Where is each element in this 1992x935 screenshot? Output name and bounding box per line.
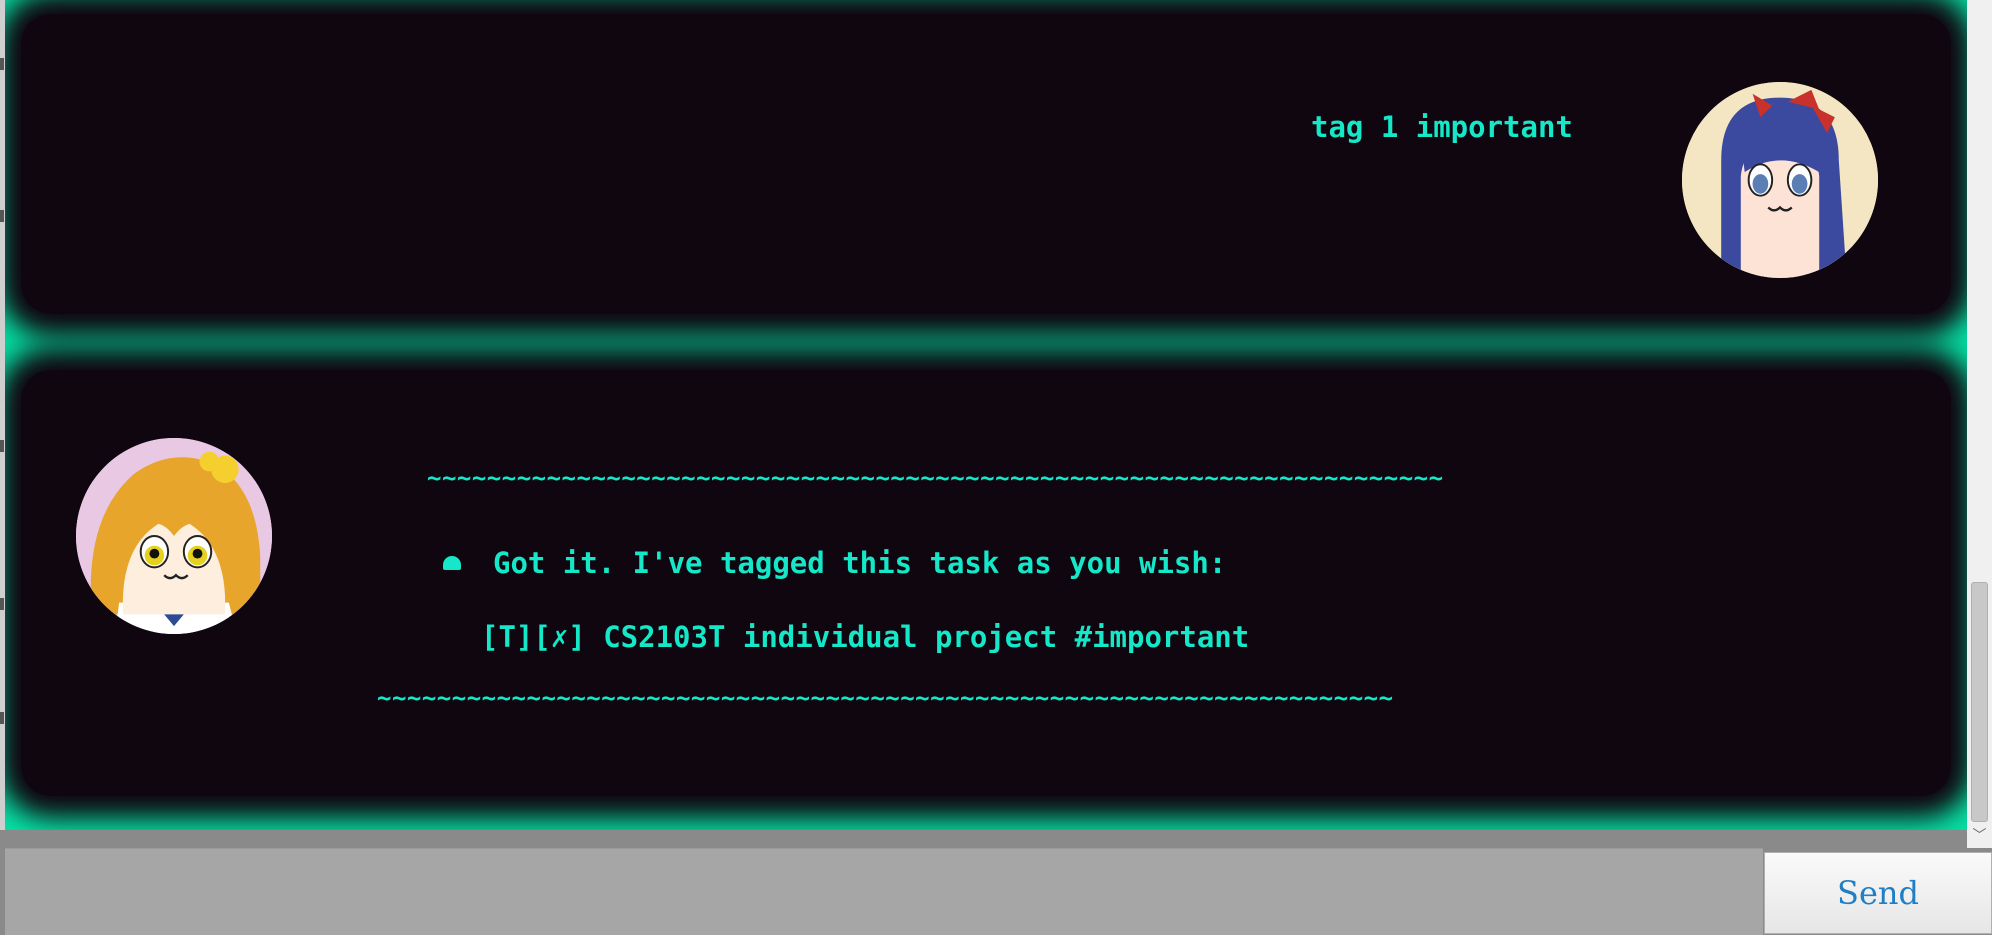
edge-mark xyxy=(0,58,4,70)
vertical-scrollbar[interactable]: ﹀ xyxy=(1967,0,1992,848)
bullet-icon xyxy=(443,556,461,570)
user-message-text: tag 1 important xyxy=(1311,110,1573,144)
chevron-down-icon[interactable]: ﹀ xyxy=(1971,826,1988,844)
user-input-field[interactable] xyxy=(5,848,1763,935)
separator-bottom: ~~~~~~~~~~~~~~~~~~~~~~~~~~~~~~~~~~~~~~~~… xyxy=(377,684,1394,712)
user-avatar-icon xyxy=(1682,82,1878,278)
bot-avatar-image xyxy=(76,438,272,634)
bot-message-line-2: [T][✗] CS2103T individual project #impor… xyxy=(481,620,1250,654)
edge-mark xyxy=(0,210,4,222)
separator-top: ~~~~~~~~~~~~~~~~~~~~~~~~~~~~~~~~~~~~~~~~… xyxy=(427,464,1444,492)
scrollbar-thumb[interactable] xyxy=(1971,582,1988,822)
user-dialog-box: tag 1 important xyxy=(21,14,1951,314)
bot-message-line-1: Got it. I've tagged this task as you wis… xyxy=(493,546,1227,580)
edge-mark xyxy=(0,712,4,724)
bot-dialog-box: ~~~~~~~~~~~~~~~~~~~~~~~~~~~~~~~~~~~~~~~~… xyxy=(21,370,1951,796)
edge-mark xyxy=(0,598,4,610)
send-button[interactable]: Send xyxy=(1764,852,1992,934)
edge-mark xyxy=(0,440,4,452)
user-avatar-image xyxy=(1682,82,1878,278)
bot-avatar-icon xyxy=(76,438,272,634)
dialog-container[interactable]: tag 1 important ~~~~~~~~~~~~~~~~~~~~~~~~… xyxy=(5,0,1967,830)
